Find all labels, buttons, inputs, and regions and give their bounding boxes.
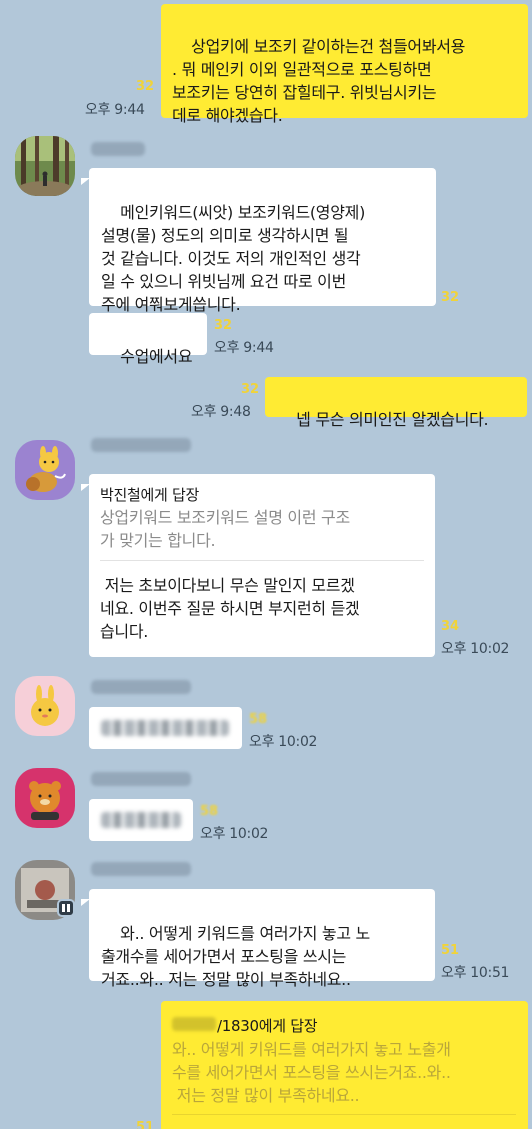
unread-count: 32	[136, 79, 155, 94]
their-message-bubble[interactable]: 와.. 어떻게 키워드를 여러가지 놓고 노 출개수를 세어가면서 포스팅을 쓰…	[89, 889, 435, 989]
redacted-message-text	[101, 720, 229, 736]
unread-count: 58	[200, 804, 219, 819]
message-text: 넵 무슨 의미인진 알겠습니다.	[296, 410, 489, 429]
message-time: 오후 9:48	[191, 404, 251, 420]
message-text: 와.. 어떻게 키워드를 여러가지 놓고 노 출개수를 세어가면서 포스팅을 쓰…	[101, 924, 370, 989]
sender-name-redacted	[91, 862, 191, 876]
character-avatar-icon	[15, 768, 75, 828]
sender-name-redacted	[91, 680, 191, 694]
bubble-tail	[81, 899, 90, 906]
reply-target-redacted	[172, 1017, 216, 1031]
my-message-bubble[interactable]: 상업키에 보조키 같이하는건 첨들어봐서용 . 뭐 메인키 이외 일관적으로 포…	[161, 4, 528, 125]
profile-avatar[interactable]	[15, 768, 75, 828]
their-message-bubble[interactable]	[89, 707, 242, 749]
their-message-bubble[interactable]: 수업에서요	[89, 313, 207, 366]
unread-count: 51	[441, 943, 460, 958]
message-time: 오후 10:51	[441, 965, 510, 981]
sender-name-redacted	[91, 772, 191, 786]
character-avatar-icon	[15, 676, 75, 736]
unread-count: 51	[136, 1120, 155, 1129]
profile-avatar[interactable]	[15, 676, 75, 736]
reply-quoted-text[interactable]: 와.. 어떻게 키워드를 여러가지 놓고 노출개 수를 세어가면서 포스팅을 쓰…	[172, 1038, 451, 1107]
message-time: 오후 10:02	[200, 826, 269, 842]
message-text: 상업키에 보조키 같이하는건 첨들어봐서용 . 뭐 메인키 이외 일관적으로 포…	[172, 37, 466, 125]
message-text: 메인키워드(씨앗) 보조키워드(영양제) 설명(물) 정도의 의미로 생각하시면…	[101, 203, 366, 314]
reply-target-label: /1830에게 답장	[217, 1017, 318, 1035]
character-avatar-icon	[15, 440, 75, 500]
reply-quoted-text[interactable]: 상업키워드 보조키워드 설명 이런 구조 가 맞기는 합니다.	[100, 506, 350, 552]
reply-divider	[100, 560, 424, 561]
unread-count: 58	[249, 712, 268, 727]
message-text: 저는 초보이다보니 무슨 말인지 모르겠 네요. 이번주 질문 하시면 부지런히…	[100, 576, 360, 641]
unread-count: 32	[241, 382, 260, 397]
reply-divider	[172, 1114, 516, 1115]
bubble-tail	[81, 484, 90, 491]
unread-count: 32	[214, 318, 233, 333]
bubble-tail	[81, 178, 90, 185]
message-time: 오후 9:44	[214, 340, 274, 356]
their-message-bubble[interactable]: 메인키워드(씨앗) 보조키워드(영양제) 설명(물) 정도의 의미로 생각하시면…	[89, 168, 436, 314]
message-time: 오후 10:02	[441, 641, 510, 657]
bubble-tail	[519, 14, 528, 21]
reply-target-label: 박진철에게 답장	[100, 486, 199, 504]
message-text: 수업에서요	[120, 347, 193, 366]
profile-avatar[interactable]	[15, 136, 75, 196]
message-time: 오후 9:44	[85, 102, 145, 118]
forest-photo-icon	[15, 136, 75, 196]
unread-count: 32	[441, 290, 460, 305]
my-message-bubble[interactable]: 넵 무슨 의미인진 알겠습니다.	[265, 377, 527, 429]
profile-badge-icon	[57, 899, 75, 917]
message-time: 오후 10:02	[249, 734, 318, 750]
chat-room: 상업키에 보조키 같이하는건 첨들어봐서용 . 뭐 메인키 이외 일관적으로 포…	[0, 0, 532, 1129]
bubble-tail	[519, 1011, 528, 1018]
sender-name-redacted	[91, 438, 191, 452]
unread-count: 34	[441, 619, 460, 634]
sender-name-redacted	[91, 142, 145, 156]
redacted-message-text	[101, 812, 181, 828]
their-message-bubble[interactable]	[89, 799, 193, 841]
profile-avatar[interactable]	[15, 440, 75, 500]
